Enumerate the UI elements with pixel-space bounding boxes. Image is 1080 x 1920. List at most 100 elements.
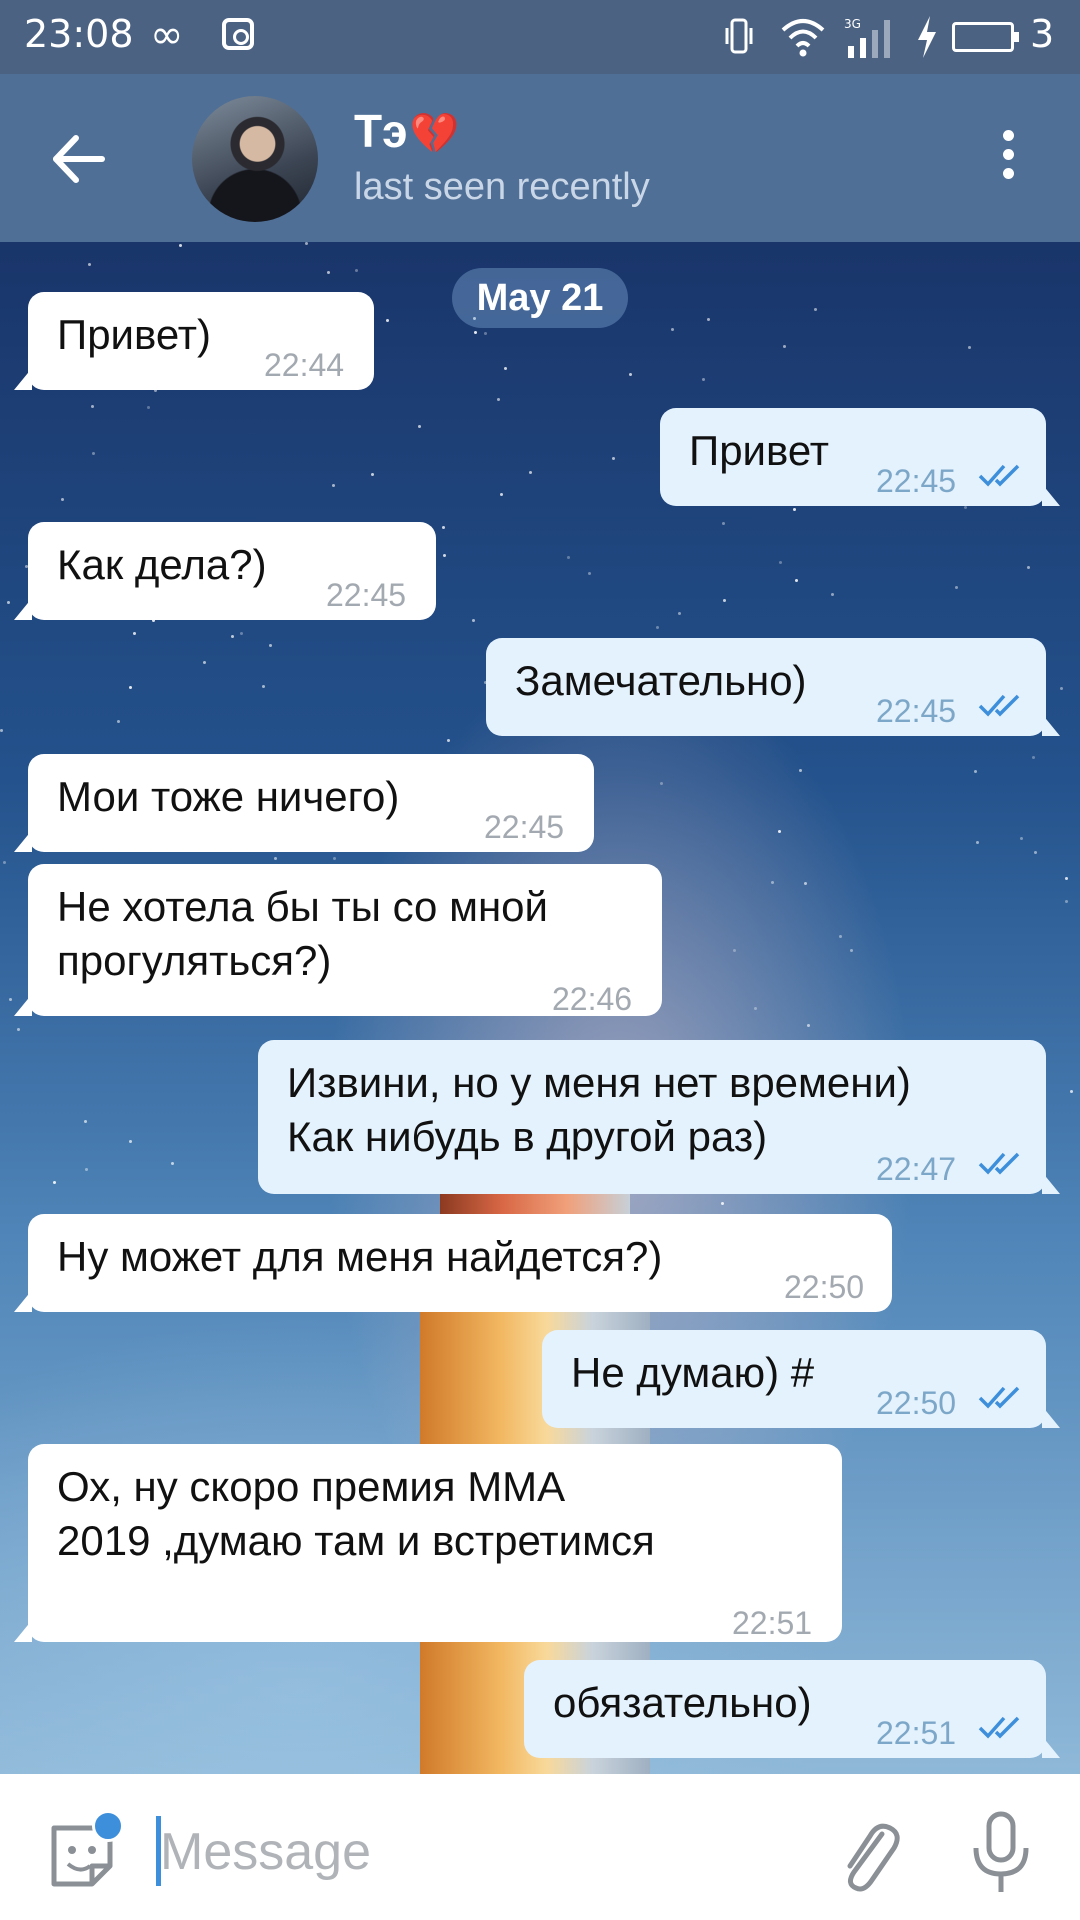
star — [129, 686, 132, 689]
star — [955, 586, 958, 589]
incoming-message[interactable]: Ох, ну скоро премия MMA 2019 ,думаю там … — [14, 1444, 842, 1642]
outgoing-message[interactable]: Не думаю) # 22:50 — [542, 1330, 1060, 1428]
star — [976, 841, 979, 844]
wifi-icon — [781, 19, 825, 57]
message-time: 22:45 — [326, 577, 407, 613]
message-time: 22:50 — [784, 1269, 865, 1305]
star — [327, 271, 330, 274]
more-options-icon[interactable] — [990, 130, 1026, 190]
star — [171, 1162, 174, 1165]
star — [671, 328, 674, 331]
status-time: 23:08 — [24, 12, 134, 56]
star — [968, 346, 971, 349]
star — [771, 881, 774, 884]
star — [807, 1024, 810, 1027]
message-time: 22:46 — [552, 981, 633, 1017]
star — [1027, 566, 1030, 569]
star — [779, 561, 782, 564]
star — [332, 484, 335, 487]
message-time: 22:47 — [876, 1151, 957, 1187]
incoming-message[interactable]: Мои тоже ничего) 22:45 — [14, 754, 594, 852]
star — [588, 572, 591, 575]
double-check-icon — [978, 1716, 1020, 1739]
star — [793, 508, 796, 511]
last-seen-status: last seen recently — [354, 166, 650, 208]
message-text: Не хотела бы ты со мной прогуляться?) — [57, 883, 548, 984]
message-time: 22:45 — [876, 693, 957, 729]
star — [678, 612, 681, 615]
star — [484, 332, 487, 335]
double-check-icon — [978, 464, 1020, 487]
star — [7, 601, 10, 604]
star — [702, 378, 705, 381]
star — [850, 949, 853, 952]
broken-heart-icon: 💔 — [409, 112, 460, 156]
star — [0, 729, 3, 732]
instagram-icon — [222, 18, 254, 50]
message-text: Как дела?) — [57, 541, 267, 588]
star — [472, 619, 475, 622]
incoming-message[interactable]: Привет) 22:44 — [14, 292, 374, 390]
microphone-icon[interactable] — [970, 1810, 1032, 1896]
message-time: 22:45 — [876, 463, 957, 499]
message-input[interactable] — [160, 1814, 780, 1890]
battery-icon — [952, 22, 1019, 52]
star — [386, 319, 389, 322]
double-check-icon — [978, 694, 1020, 717]
star — [1034, 851, 1037, 854]
infinity-icon: ∞ — [150, 12, 184, 58]
star — [9, 998, 12, 1001]
star — [500, 493, 503, 496]
star — [85, 1168, 88, 1171]
incoming-message[interactable]: Как дела?) 22:45 — [14, 522, 436, 620]
message-composer — [0, 1774, 1080, 1920]
star — [447, 739, 450, 742]
double-check-icon — [978, 1152, 1020, 1175]
star — [1060, 687, 1063, 690]
star — [799, 769, 802, 772]
star — [629, 373, 632, 376]
message-time: 22:51 — [732, 1605, 813, 1641]
star — [240, 632, 243, 635]
outgoing-message[interactable]: Замечательно) 22:45 — [486, 638, 1060, 736]
star — [783, 345, 786, 348]
chat-area[interactable]: May 21 Привет) 22:44 Привет 22:45 Как де… — [0, 242, 1080, 1774]
star — [333, 857, 336, 860]
star — [778, 830, 781, 833]
battery-level: 3 — [1030, 12, 1055, 56]
message-time: 22:50 — [876, 1385, 957, 1421]
star — [117, 720, 120, 723]
chat-header: Тэ💔 last seen recently — [0, 74, 1080, 242]
message-text: Ну может для меня найдется?) — [57, 1233, 663, 1280]
star — [733, 949, 736, 952]
outgoing-message[interactable]: Извини, но у меня нет времени) Как нибуд… — [258, 1040, 1060, 1194]
message-text: Замечательно) — [515, 657, 807, 704]
star — [1032, 756, 1035, 759]
vibrate-icon — [725, 18, 753, 54]
message-text: Привет — [689, 427, 830, 474]
star — [129, 1140, 132, 1143]
star — [371, 473, 374, 476]
contact-name[interactable]: Тэ💔 — [354, 104, 459, 158]
incoming-message[interactable]: Не хотела бы ты со мной прогуляться?) 22… — [14, 864, 662, 1017]
star — [418, 425, 421, 428]
star — [443, 554, 446, 557]
star — [839, 935, 842, 938]
date-separator: May 21 — [452, 268, 628, 328]
star — [179, 244, 182, 247]
star — [53, 1181, 56, 1184]
star — [497, 398, 500, 401]
back-arrow-icon[interactable] — [44, 124, 114, 194]
contact-avatar[interactable] — [192, 96, 318, 222]
incoming-message[interactable]: Ну может для меня найдется?) 22:50 — [14, 1214, 892, 1312]
contact-name-text: Тэ — [354, 105, 408, 157]
star — [707, 318, 710, 321]
svg-text:3G: 3G — [844, 17, 861, 31]
outgoing-message[interactable]: Привет 22:45 — [660, 408, 1060, 506]
star — [231, 635, 234, 638]
star — [964, 506, 967, 509]
attach-paperclip-icon[interactable] — [830, 1814, 900, 1894]
star — [355, 269, 358, 272]
status-bar: 23:08 ∞ 3G 3 — [0, 0, 1080, 74]
outgoing-message[interactable]: обязательно) 22:51 — [524, 1660, 1060, 1758]
